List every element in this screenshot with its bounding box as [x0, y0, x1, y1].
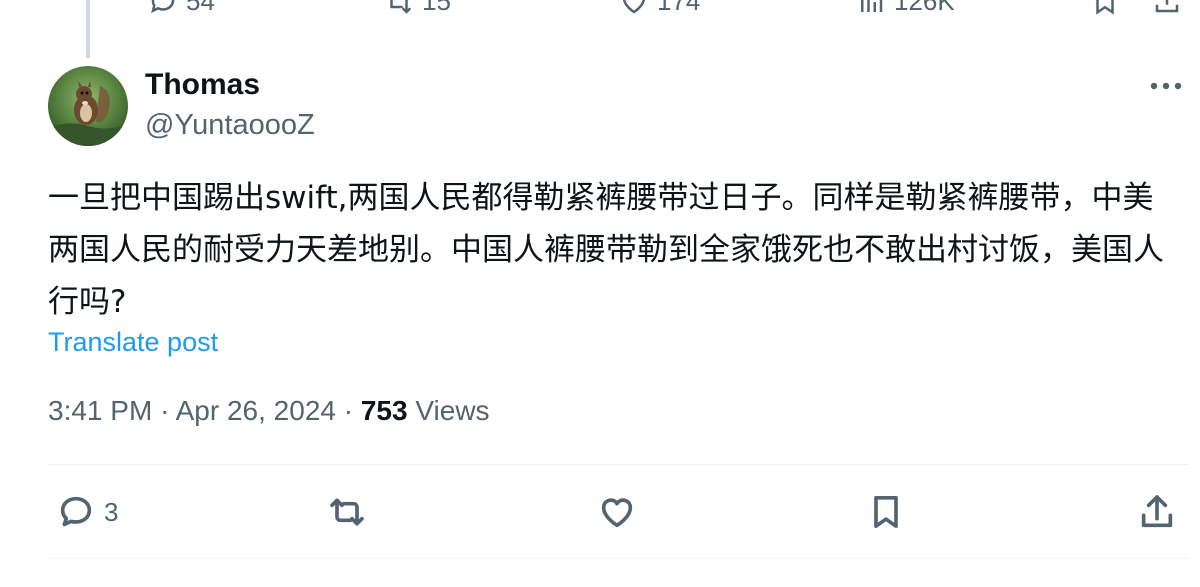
translate-post-link[interactable]: Translate post: [48, 327, 218, 358]
share-icon: [1141, 495, 1173, 528]
like-icon: [601, 498, 633, 528]
reply-icon: [151, 0, 175, 13]
prev-bookmark-button[interactable]: [1090, 0, 1120, 16]
prev-share-button[interactable]: [1152, 0, 1182, 16]
more-dots-icon: [1150, 82, 1182, 90]
post-text: 一旦把中国踢出swift,两国人民都得勒紧裤腰带过日子。同样是勒紧裤腰带，中美两…: [48, 180, 1164, 320]
repost-button[interactable]: [327, 492, 367, 532]
post-meta: 3:41 PM · Apr 26, 2024 · 753 Views: [48, 395, 490, 427]
share-icon: [1155, 0, 1179, 13]
reply-button[interactable]: 3: [56, 492, 118, 532]
prev-repost-button[interactable]: 15: [384, 0, 451, 16]
reply-icon: [60, 496, 92, 527]
prev-like-button[interactable]: 174: [619, 0, 700, 16]
bookmark-button[interactable]: [866, 492, 906, 532]
prev-repost-count: 15: [422, 0, 451, 16]
previous-post-action-bar: 54 15 174 126K: [0, 0, 1200, 16]
prev-reply-count: 54: [186, 0, 215, 16]
prev-views-button[interactable]: 126K: [856, 0, 955, 16]
post-time[interactable]: 3:41 PM: [48, 395, 152, 426]
meta-separator: ·: [343, 395, 361, 426]
bookmark-icon: [874, 496, 898, 528]
bookmark-icon: [1096, 0, 1114, 15]
more-options-button[interactable]: [1146, 72, 1186, 100]
repost-icon: [330, 498, 364, 526]
divider: [48, 558, 1188, 559]
avatar[interactable]: [48, 66, 128, 146]
share-button[interactable]: [1137, 492, 1177, 532]
post-date[interactable]: Apr 26, 2024: [176, 395, 336, 426]
squirrel-avatar-image: [48, 66, 128, 146]
prev-like-count: 174: [657, 0, 701, 16]
views-label: Views: [415, 395, 490, 426]
prev-views-count: 126K: [894, 0, 955, 16]
views-count: 753: [360, 395, 408, 426]
like-icon: [623, 0, 645, 13]
divider: [48, 464, 1188, 465]
views-chart-icon: [861, 0, 883, 12]
repost-icon: [390, 0, 412, 14]
meta-separator: ·: [160, 395, 176, 426]
author-handle[interactable]: @YuntaoooZ: [145, 109, 315, 142]
author-display-name[interactable]: Thomas: [145, 68, 260, 102]
prev-reply-button[interactable]: 54: [148, 0, 215, 16]
reply-count: 3: [104, 496, 119, 527]
like-button[interactable]: [597, 492, 637, 532]
